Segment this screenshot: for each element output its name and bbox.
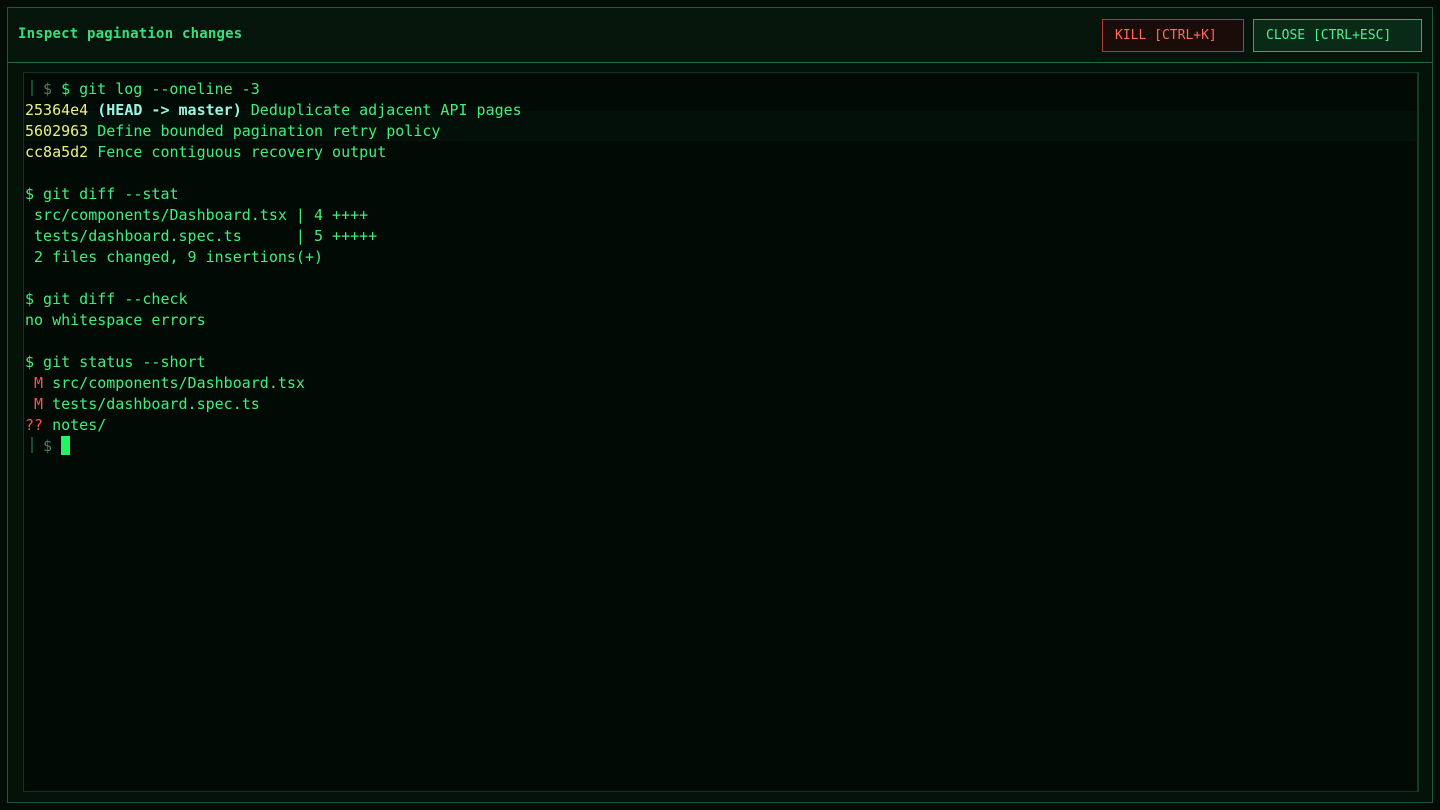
command-line: $ git diff --stat (25, 185, 179, 203)
prompt-symbol: $ (43, 80, 53, 98)
terminal-window: Inspect pagination changes KILL [CTRL+K]… (7, 7, 1433, 803)
prompt-gutter (31, 80, 33, 96)
terminal-output[interactable]: $ $ git log --oneline -3 25364e4 (HEAD -… (23, 72, 1419, 792)
status-path: notes/ (43, 416, 107, 434)
status-line: ?? notes/ (25, 415, 1417, 436)
terminal-line: $ $ git log --oneline -3 (25, 79, 1417, 100)
commit-line: 5602963 Define bounded pagination retry … (25, 121, 1417, 142)
close-button[interactable]: CLOSE [CTRL+ESC] (1253, 19, 1422, 52)
status-code: M (25, 374, 44, 392)
commit-message: Define bounded pagination retry policy (97, 122, 441, 140)
prompt-gutter (31, 437, 33, 453)
diff-stat-summary: 2 files changed, 9 insertions(+) (25, 248, 324, 266)
prompt-symbol: $ (43, 437, 53, 455)
window-header: Inspect pagination changes KILL [CTRL+K]… (8, 8, 1432, 63)
command-line: $ git status --short (25, 353, 206, 371)
status-path: src/components/Dashboard.tsx (43, 374, 305, 392)
commit-hash: 5602963 (25, 122, 89, 140)
status-code: M (25, 395, 44, 413)
commit-hash: cc8a5d2 (25, 143, 89, 161)
command-line: $ git diff --check (25, 290, 188, 308)
status-line: M tests/dashboard.spec.ts (25, 394, 1417, 415)
ref-paren-open: ( (97, 101, 107, 119)
kill-button[interactable]: KILL [CTRL+K] (1102, 19, 1244, 52)
commit-line: cc8a5d2 Fence contiguous recovery output (25, 142, 1417, 163)
commit-hash: 25364e4 (25, 101, 89, 119)
commit-message: Deduplicate adjacent API pages (250, 101, 522, 119)
status-line: M src/components/Dashboard.tsx (25, 373, 1417, 394)
window-title: Inspect pagination changes (18, 26, 243, 42)
commit-message: Fence contiguous recovery output (97, 143, 387, 161)
commit-ref: HEAD -> master (106, 101, 233, 119)
diff-stat-line: tests/dashboard.spec.ts | 5 +++++ (25, 227, 378, 245)
check-output: no whitespace errors (25, 311, 206, 329)
status-path: tests/dashboard.spec.ts (43, 395, 260, 413)
status-code: ?? (25, 416, 44, 434)
input-prompt-line[interactable]: $ (25, 436, 1417, 457)
commit-line: 25364e4 (HEAD -> master) Deduplicate adj… (25, 100, 1417, 121)
command-text: $ git log --oneline -3 (61, 80, 260, 98)
diff-stat-line: src/components/Dashboard.tsx | 4 ++++ (25, 206, 369, 224)
text-cursor (61, 436, 71, 455)
ref-paren-close: ) (232, 101, 242, 119)
